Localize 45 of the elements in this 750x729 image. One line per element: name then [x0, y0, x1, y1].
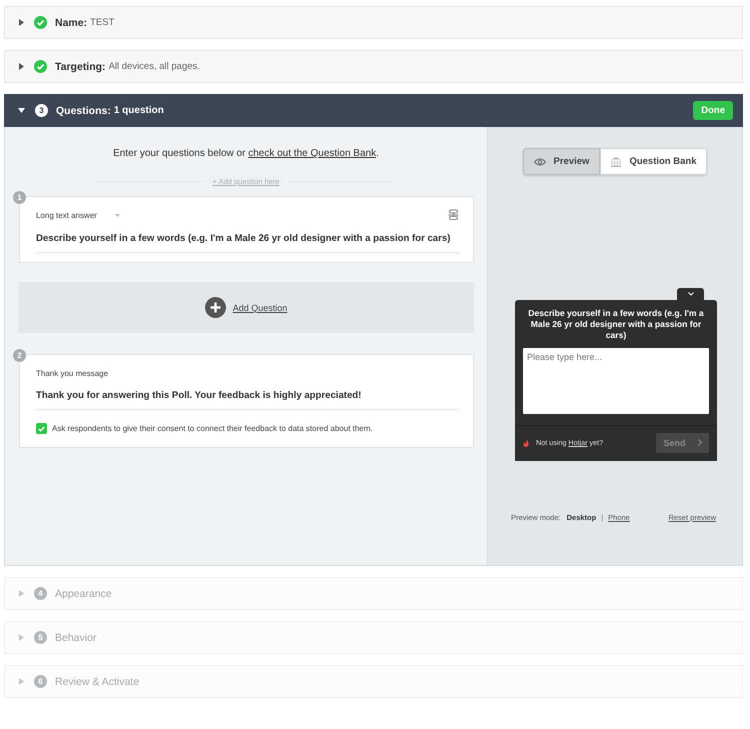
section-header[interactable]: 3 Questions: 1 question Done	[4, 94, 743, 127]
caret-icon[interactable]	[19, 19, 24, 26]
section-title: Questions:	[56, 104, 111, 116]
caret-icon[interactable]	[18, 108, 25, 113]
section-summary: TEST	[90, 17, 114, 28]
step-number: 3	[35, 104, 48, 117]
dropdown-icon[interactable]	[114, 214, 120, 216]
section-summary: 1 question	[114, 105, 164, 116]
section-title: Review & Activate	[55, 676, 140, 688]
check-icon	[34, 16, 47, 29]
preview-tab[interactable]: Preview	[522, 148, 600, 175]
poll-question: Describe yourself in a few words (e.g. I'm a Male 26 yr old designer with a passion for cars)	[527, 307, 705, 342]
add-question-link[interactable]: Add Question	[232, 302, 288, 312]
section-header[interactable]: Name: TEST	[5, 7, 742, 38]
flame-icon	[523, 438, 529, 447]
step-number: 5	[34, 631, 47, 644]
step-number: 6	[34, 675, 47, 688]
section-title: Behavior	[55, 632, 96, 644]
question-text[interactable]: Describe yourself in a few words (e.g. I'm a Male 26 yr old designer with a passion for cars)	[36, 233, 459, 253]
collapse-tab[interactable]	[677, 288, 704, 300]
thank-you-text[interactable]: Thank you for answering this Poll. Your feedback is highly appreciated!	[36, 390, 459, 410]
section-summary: All devices, all pages.	[108, 61, 200, 72]
question-type: Long text answer	[36, 210, 97, 220]
section-header[interactable]: Targeting: All devices, all pages.	[5, 51, 742, 82]
consent-checkbox[interactable]	[36, 423, 47, 434]
bank-icon	[611, 156, 622, 166]
eye-icon	[534, 158, 546, 166]
caret-icon[interactable]	[19, 63, 24, 70]
question-bank-link[interactable]: check out the Question Bank	[248, 148, 376, 159]
section-title: Name:	[55, 16, 88, 28]
consent-label: Ask respondents to give their consent to connect their feedback to data stored about them.	[52, 424, 373, 433]
logic-icon[interactable]	[448, 209, 459, 221]
section-title: Targeting:	[55, 60, 106, 72]
question-number: 1	[13, 191, 26, 204]
plus-icon[interactable]	[204, 297, 226, 318]
section-title: Appearance	[55, 588, 112, 600]
intro-text: Enter your questions below or check out the Question Bank.	[112, 148, 380, 159]
check-icon	[34, 60, 47, 73]
question-type: Thank you message	[36, 369, 110, 378]
chevron-icon	[698, 439, 702, 446]
chevron-icon	[688, 292, 694, 296]
question-bank-tab[interactable]: Question Bank	[600, 148, 708, 175]
step-number: 4	[34, 587, 47, 600]
question-number: 2	[13, 349, 26, 362]
answer-box[interactable]: Please type here...	[523, 348, 709, 414]
